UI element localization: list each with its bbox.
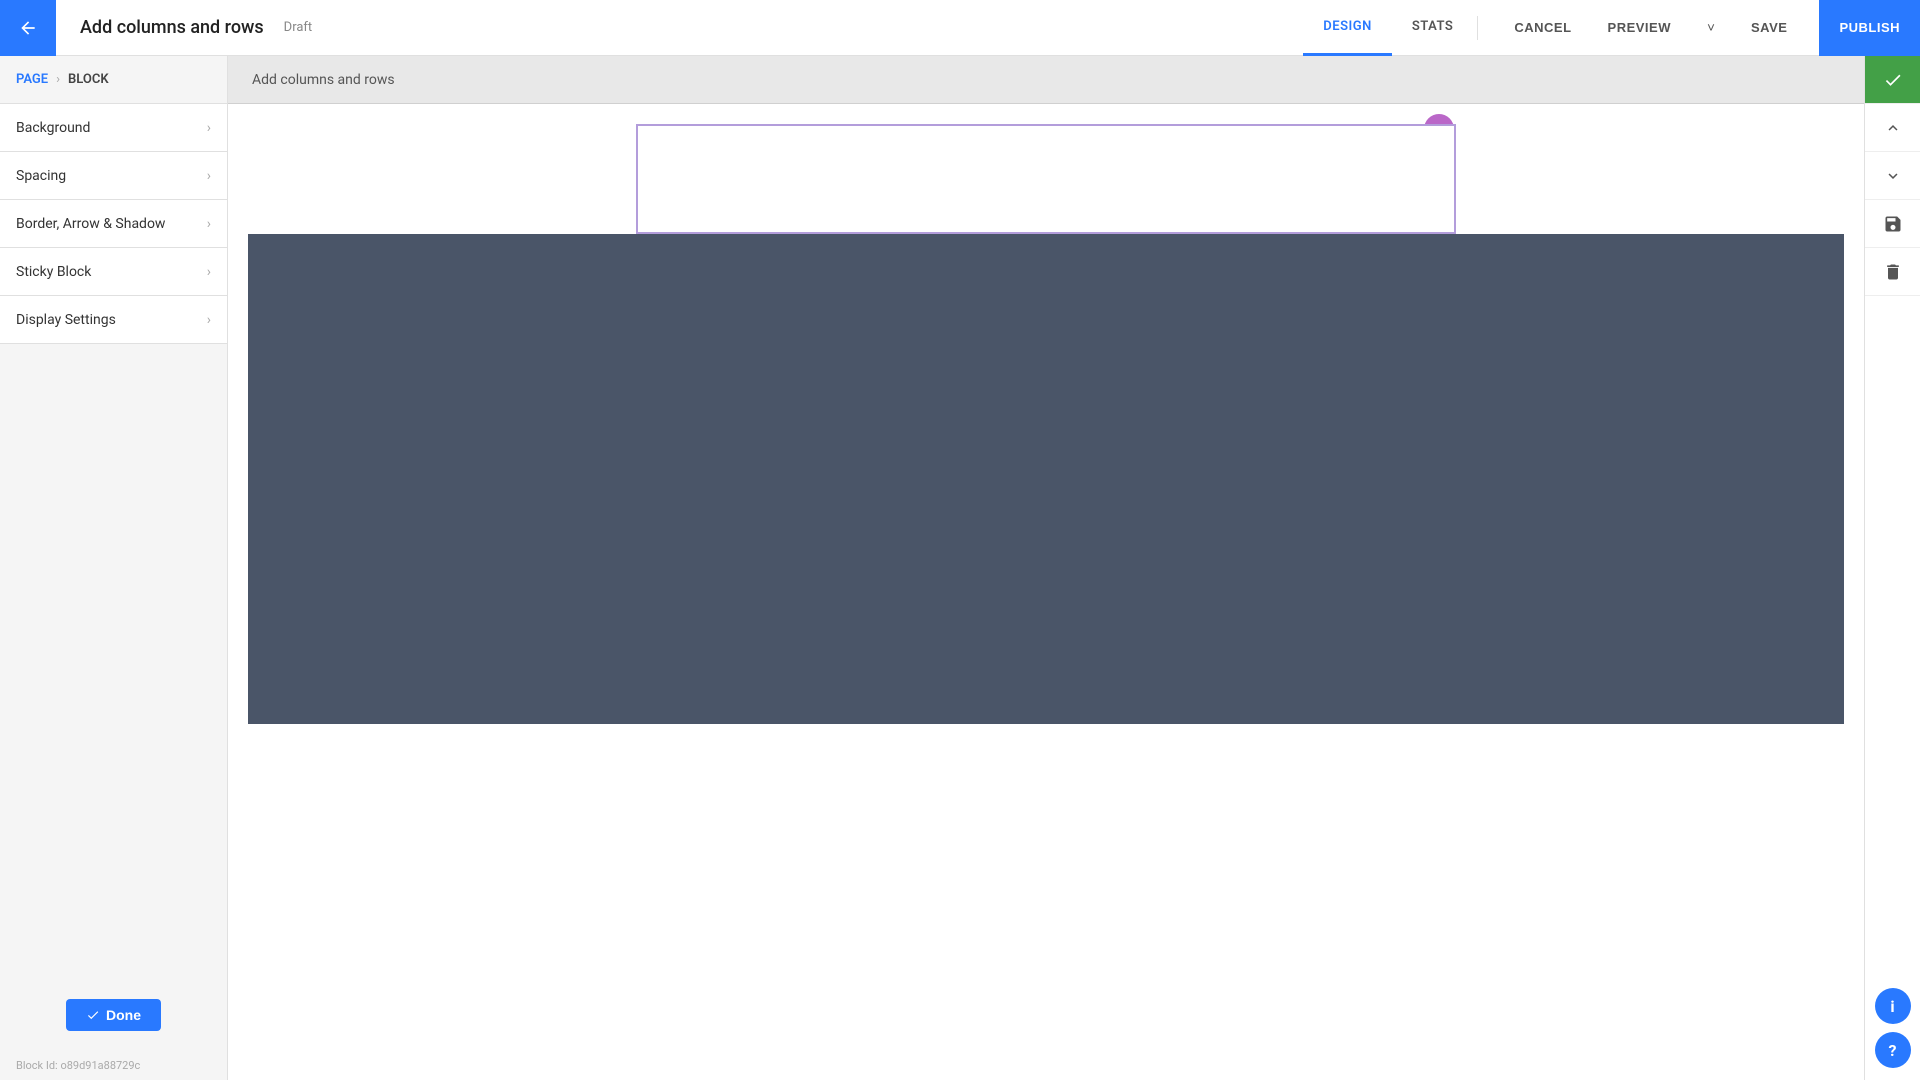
sidebar-item-border-arrow-shadow-chevron: › [207,216,211,232]
nav-divider [1477,16,1478,40]
nav-actions: CANCEL PREVIEW ˅ SAVE [1482,0,1819,56]
sidebar-item-background-label: Background [16,120,90,136]
sidebar-item-background[interactable]: Background › [0,104,227,152]
breadcrumb-page[interactable]: PAGE [16,72,48,87]
page-title-area: Add columns and rows Draft [56,17,1303,38]
done-checkmark-icon [86,1008,100,1022]
back-button[interactable] [0,0,56,56]
sidebar-item-display-settings[interactable]: Display Settings › [0,296,227,344]
save-icon [1883,214,1903,234]
section-header-title: Add columns and rows [252,72,395,88]
publish-button[interactable]: PUBLISH [1819,0,1920,56]
sidebar-item-border-arrow-shadow-label: Border, Arrow & Shadow [16,216,165,232]
trash-icon [1883,262,1903,282]
save-template-button[interactable] [1865,200,1920,248]
chevron-down-icon [1884,167,1902,185]
canvas-block[interactable] [636,124,1456,234]
top-nav: Add columns and rows Draft DESIGN STATS … [0,0,1920,56]
confirm-action-button[interactable] [1865,56,1920,104]
sidebar-menu: Background › Spacing › Border, Arrow & S… [0,104,227,979]
sidebar-item-display-settings-label: Display Settings [16,312,116,328]
breadcrumb: PAGE › BLOCK [0,56,227,104]
chevron-up-icon [1884,119,1902,137]
move-down-button[interactable] [1865,152,1920,200]
breadcrumb-separator: › [56,72,60,87]
done-btn-area: Done [0,979,227,1051]
check-icon [1883,70,1903,90]
sidebar-item-border-arrow-shadow[interactable]: Border, Arrow & Shadow › [0,200,227,248]
page-title: Add columns and rows [80,17,264,38]
content-area: Add columns and rows [228,56,1864,1080]
right-sidebar: i ? [1864,56,1920,1080]
main-layout: PAGE › BLOCK Background › Spacing › Bord… [0,56,1920,1080]
dark-section [248,234,1844,724]
sidebar-item-display-settings-chevron: › [207,312,211,328]
nav-tabs: DESIGN STATS [1303,0,1473,55]
preview-button[interactable]: PREVIEW [1592,12,1687,43]
breadcrumb-block: BLOCK [68,72,109,87]
sidebar-item-sticky-block-chevron: › [207,264,211,280]
sidebar-item-sticky-block[interactable]: Sticky Block › [0,248,227,296]
sidebar-item-spacing-chevron: › [207,168,211,184]
dropdown-button[interactable]: ˅ [1691,0,1731,56]
sidebar-item-sticky-block-label: Sticky Block [16,264,91,280]
sidebar-item-spacing[interactable]: Spacing › [0,152,227,200]
info-button[interactable]: i [1875,988,1911,1024]
sidebar-item-background-chevron: › [207,120,211,136]
block-id: Block Id: o89d91a88729c [0,1051,227,1080]
canvas-area[interactable] [228,104,1864,1080]
section-header: Add columns and rows [228,56,1864,104]
draft-badge: Draft [284,20,313,35]
done-button[interactable]: Done [66,999,161,1031]
help-button[interactable]: ? [1875,1032,1911,1068]
tab-stats[interactable]: STATS [1392,0,1474,56]
tab-design[interactable]: DESIGN [1303,0,1392,56]
delete-button[interactable] [1865,248,1920,296]
sidebar-item-spacing-label: Spacing [16,168,66,184]
move-up-button[interactable] [1865,104,1920,152]
save-button[interactable]: SAVE [1735,12,1803,43]
left-sidebar: PAGE › BLOCK Background › Spacing › Bord… [0,56,228,1080]
cancel-button[interactable]: CANCEL [1498,12,1587,43]
